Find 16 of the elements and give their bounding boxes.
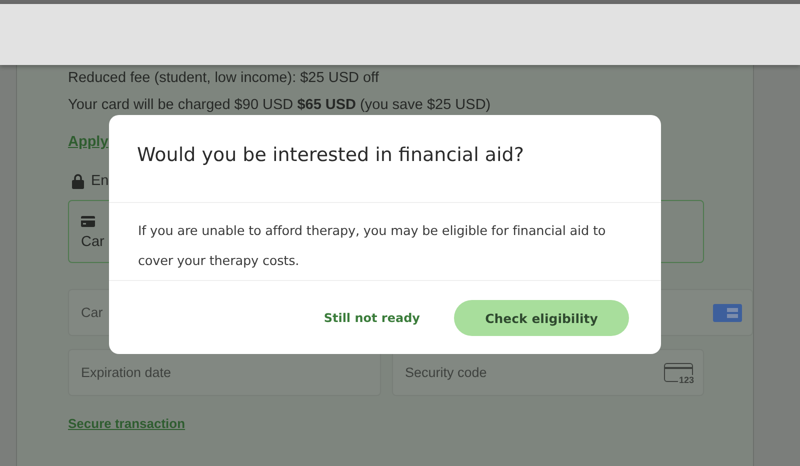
card-brand-icon xyxy=(713,304,742,322)
fee-text: Reduced fee (student, low income): $25 USD off xyxy=(68,69,380,88)
dialog-title: Would you be interested in financial aid? xyxy=(109,115,661,203)
payment-option-label: Car xyxy=(81,234,104,250)
dialog-message: If you are unable to afford therapy, you may be eligible for financial aid to cover your therapy costs. xyxy=(109,203,661,281)
not-ready-button[interactable]: Still not ready xyxy=(324,311,420,325)
security-code-icon: 123 xyxy=(664,363,693,382)
check-eligibility-button[interactable]: Check eligibility xyxy=(454,300,629,336)
secure-transaction-link[interactable]: Secure transaction xyxy=(68,416,186,431)
credit-card-icon xyxy=(81,216,95,227)
expiration-date-field[interactable]: Expiration date xyxy=(68,349,381,396)
security-code-field[interactable]: Security code 123 xyxy=(392,349,704,396)
charge-text: Your card will be charged $90 USD $65 USD (you save $25 USD) xyxy=(68,96,492,115)
apply-link[interactable]: Apply xyxy=(68,134,108,150)
lock-icon xyxy=(72,174,84,188)
encryption-text: En xyxy=(91,173,109,189)
